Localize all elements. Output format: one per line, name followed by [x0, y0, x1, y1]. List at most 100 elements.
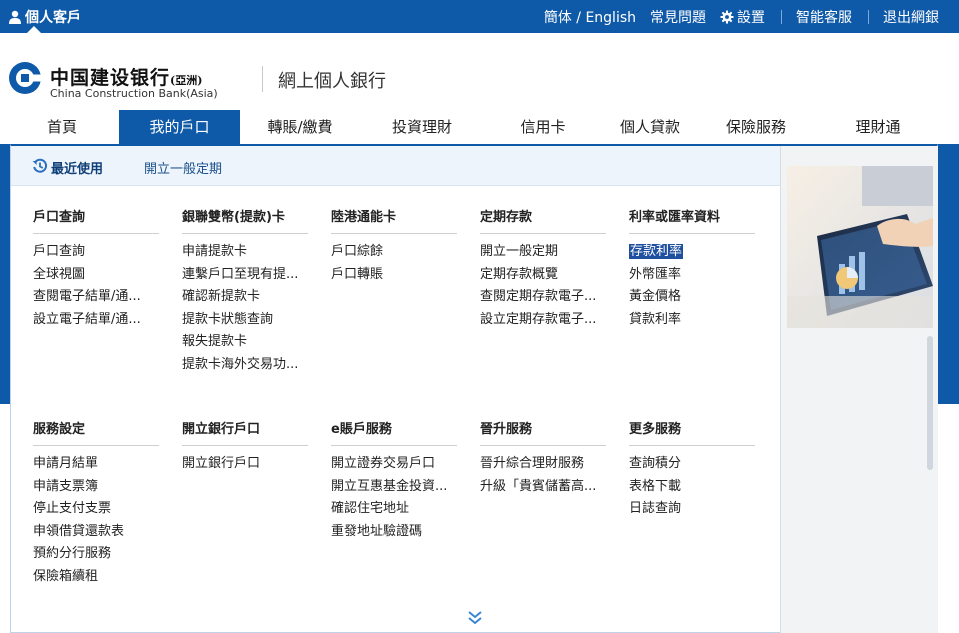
scrollbar[interactable]	[927, 336, 933, 470]
menu-item-label: 存款利率	[629, 244, 684, 259]
bank-name: 中国建设银行	[50, 67, 171, 89]
column-heading: 戶口查詢	[33, 206, 159, 234]
menu-item[interactable]: 保險箱續租	[33, 566, 159, 589]
menu-item[interactable]: 晉升綜合理財服務	[480, 453, 606, 476]
menu-item[interactable]: 設立定期存款電子...	[480, 309, 606, 332]
gear-icon	[720, 10, 734, 24]
tab-investment[interactable]: 投資理財	[372, 110, 472, 144]
menu-item[interactable]: 升級「貴賓儲蓄高...	[480, 476, 606, 499]
menu-item[interactable]: 開立一般定期	[480, 241, 606, 264]
promo-image[interactable]	[787, 166, 933, 328]
menu-item[interactable]: 報失提款卡	[182, 331, 308, 354]
menu-column-e-account: e賬戶服務 開立證券交易戶口 開立互惠基金投資... 確認住宅地址 重發地址驗證…	[331, 418, 457, 543]
menu-item[interactable]: 停止支付支票	[33, 498, 159, 521]
column-heading: 晉升服務	[480, 418, 606, 446]
menu-item[interactable]: 申請提款卡	[182, 241, 308, 264]
settings-link[interactable]: 設置	[720, 7, 765, 27]
menu-column-atm-card: 銀聯雙幣(提款)卡 申請提款卡 連繫戶口至現有提... 確認新提款卡 提款卡狀態…	[182, 206, 308, 376]
menu-item[interactable]: 申領借貸還款表	[33, 521, 159, 544]
menu-item[interactable]: 查閱電子結單/通...	[33, 286, 159, 309]
menu-item[interactable]: 外幣匯率	[629, 264, 755, 287]
recent-open-fixed-deposit-link[interactable]: 開立一般定期	[144, 158, 222, 177]
menu-column-service-settings: 服務設定 申請月結單 申請支票簿 停止支付支票 申領借貸還款表 預約分行服務 保…	[33, 418, 159, 588]
column-heading: 利率或匯率資料	[629, 206, 755, 234]
smart-service-link[interactable]: 智能客服	[796, 7, 852, 27]
menu-item[interactable]: 查詢積分	[629, 453, 755, 476]
column-heading: e賬戶服務	[331, 418, 457, 446]
menu-item[interactable]: 連繫戶口至現有提...	[182, 264, 308, 287]
menu-item[interactable]: 黃金價格	[629, 286, 755, 309]
column-heading: 服務設定	[33, 418, 159, 446]
tab-transfer-payment[interactable]: 轉賬/繳費	[250, 110, 350, 144]
menu-item[interactable]: 貸款利率	[629, 309, 755, 332]
page-background	[938, 144, 959, 404]
user-icon	[9, 10, 21, 24]
tab-personal-loan[interactable]: 個人貸款	[600, 110, 700, 144]
divider	[262, 66, 263, 92]
tab-wealth-connect[interactable]: 理財通	[828, 110, 928, 144]
menu-item[interactable]: 開立互惠基金投資...	[331, 476, 457, 499]
column-heading: 陸港通能卡	[331, 206, 457, 234]
menu-column-upgrade-services: 晉升服務 晉升綜合理財服務 升級「貴賓儲蓄高...	[480, 418, 606, 498]
bank-name-cn: 中国建设银行(亞洲)	[50, 63, 202, 90]
menu-item[interactable]: 確認住宅地址	[331, 498, 457, 521]
menu-item[interactable]: 預約分行服務	[33, 543, 159, 566]
menu-item[interactable]: 日誌查詢	[629, 498, 755, 521]
column-heading: 更多服務	[629, 418, 755, 446]
ccb-logo-icon	[9, 62, 42, 94]
tab-credit-card[interactable]: 信用卡	[493, 110, 593, 144]
personal-customer-tab[interactable]: 個人客戶	[9, 7, 81, 27]
faq-link[interactable]: 常見問題	[650, 7, 706, 27]
column-heading: 開立銀行戶口	[182, 418, 308, 446]
menu-item[interactable]: 查閱定期存款電子...	[480, 286, 606, 309]
logout-link[interactable]: 退出網銀	[883, 7, 939, 27]
top-bar: 個人客戶 簡体 / English 常見問題 設置 智能客服 退出網銀	[0, 0, 959, 33]
site-title: 網上個人銀行	[278, 71, 386, 92]
menu-column-more-services: 更多服務 查詢積分 表格下載 日誌查詢	[629, 418, 755, 521]
language-link[interactable]: 簡体 / English	[544, 7, 636, 27]
column-heading: 銀聯雙幣(提款)卡	[182, 206, 308, 234]
tab-home[interactable]: 首頁	[14, 110, 110, 144]
column-heading: 定期存款	[480, 206, 606, 234]
divider	[781, 10, 782, 24]
menu-item[interactable]: 開立銀行戶口	[182, 453, 308, 476]
bank-name-suffix: (亞洲)	[170, 74, 203, 87]
active-tab-notch	[27, 26, 41, 33]
menu-item[interactable]: 提款卡狀態查詢	[182, 309, 308, 332]
my-account-menu-panel: 最近使用 開立一般定期 戶口查詢 戶口查詢 全球視圖 查閱電子結單/通... 設…	[10, 144, 938, 633]
menu-item[interactable]: 戶口轉賬	[331, 264, 457, 287]
menu-item[interactable]: 確認新提款卡	[182, 286, 308, 309]
menu-column-account-enquiry: 戶口查詢 戶口查詢 全球視圖 查閱電子結單/通... 設立電子結單/通...	[33, 206, 159, 331]
clock-history-icon	[32, 158, 48, 173]
menu-item[interactable]: 申請支票簿	[33, 476, 159, 499]
menu-item[interactable]: 提款卡海外交易功...	[182, 354, 308, 377]
menu-item-highlighted[interactable]: 存款利率	[629, 241, 755, 264]
menu-column-cross-border-card: 陸港通能卡 戶口綜餘 戶口轉賬	[331, 206, 457, 286]
menu-column-fixed-deposit: 定期存款 開立一般定期 定期存款概覽 查閱定期存款電子... 設立定期存款電子.…	[480, 206, 606, 331]
menu-item[interactable]: 開立證券交易戶口	[331, 453, 457, 476]
menu-item[interactable]: 申請月結單	[33, 453, 159, 476]
menu-column-open-account: 開立銀行戶口 開立銀行戶口	[182, 418, 308, 476]
menu-item[interactable]: 戶口綜餘	[331, 241, 457, 264]
page-background	[0, 144, 10, 404]
menu-item[interactable]: 戶口查詢	[33, 241, 159, 264]
recent-used-bar: 最近使用 開立一般定期	[11, 146, 780, 186]
menu-item[interactable]: 重發地址驗證碼	[331, 521, 457, 544]
tab-insurance[interactable]: 保險服務	[706, 110, 806, 144]
menu-item[interactable]: 設立電子結單/通...	[33, 309, 159, 332]
menu-item[interactable]: 全球視圖	[33, 264, 159, 287]
divider	[868, 10, 869, 24]
brand-header: 中国建设银行(亞洲) China Construction Bank(Asia)…	[0, 33, 959, 108]
recent-used-label: 最近使用	[51, 162, 104, 177]
top-links: 簡体 / English 常見問題 設置 智能客服 退出網銀	[530, 7, 939, 27]
tab-my-account[interactable]: 我的戶口	[119, 110, 240, 144]
settings-label: 設置	[737, 10, 765, 26]
menu-item[interactable]: 表格下載	[629, 476, 755, 499]
main-nav: 首頁 我的戶口 轉賬/繳費 投資理財 信用卡 個人貸款 保險服務 理財通	[0, 110, 959, 144]
menu-item[interactable]: 定期存款概覽	[480, 264, 606, 287]
double-chevron-down-icon[interactable]	[466, 609, 484, 627]
menu-column-rates: 利率或匯率資料 存款利率 外幣匯率 黃金價格 貸款利率	[629, 206, 755, 331]
bank-name-en: China Construction Bank(Asia)	[50, 87, 218, 100]
promo-sidebar	[780, 146, 938, 633]
personal-customer-label: 個人客戶	[25, 10, 81, 26]
